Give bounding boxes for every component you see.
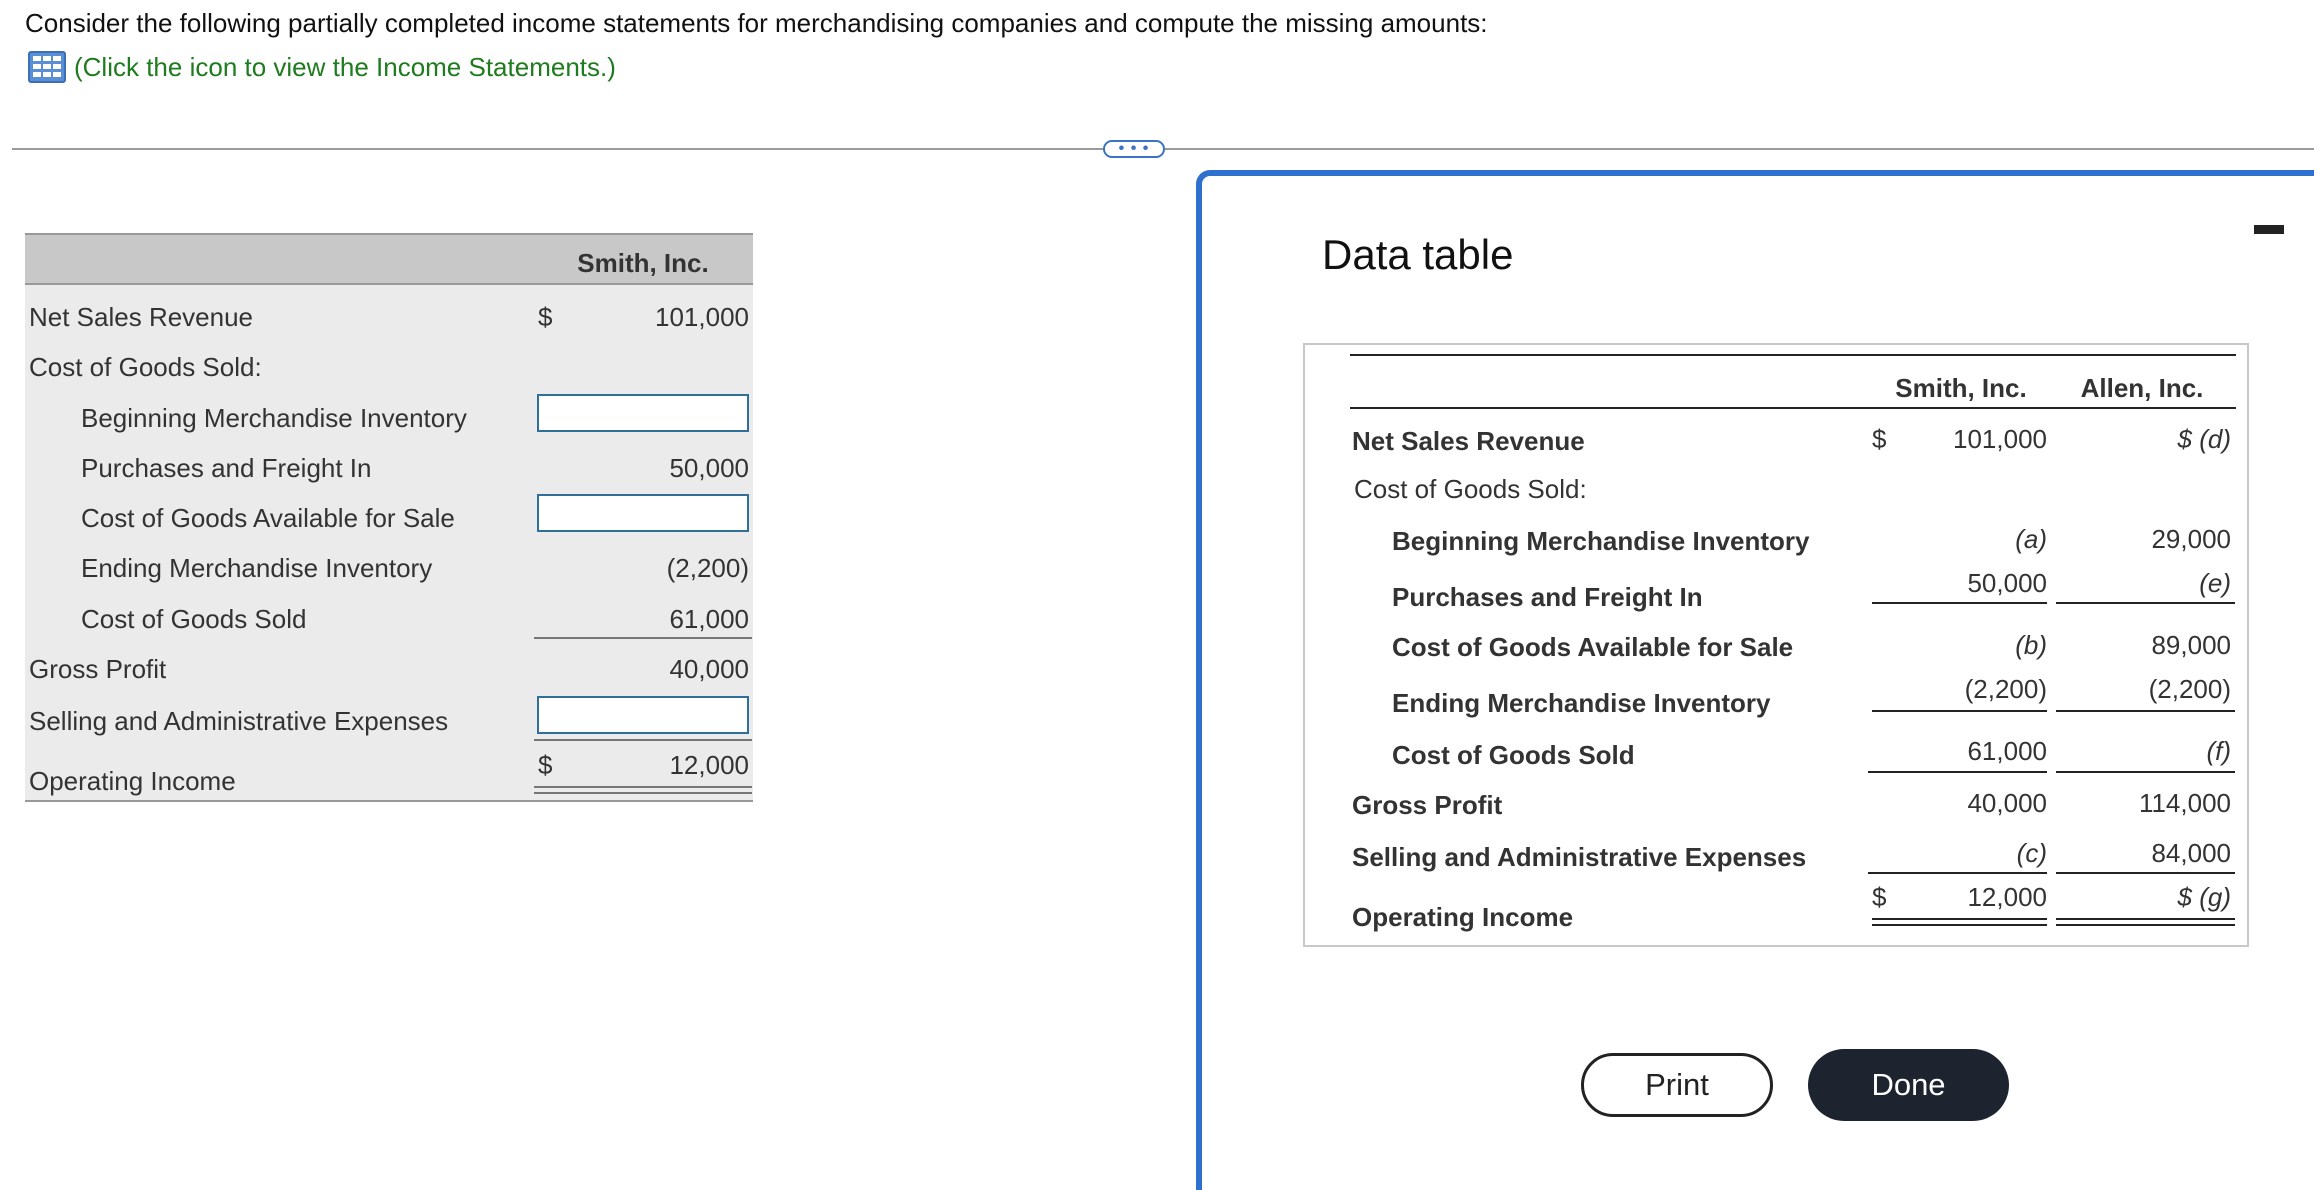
modal-title: Data table [1322, 231, 1514, 278]
dt-operating-income-dollar: $ [1872, 882, 1887, 912]
minimize-button[interactable] [2254, 225, 2284, 234]
dt-cogs-heading: Cost of Goods Sold: [1354, 474, 1587, 504]
ws-ending-inventory-label: Ending Merchandise Inventory [81, 553, 433, 583]
ws-total-double-underline-top [534, 786, 752, 788]
dt-ending-underline-smith [1872, 710, 2047, 712]
ws-gross-profit-label: Gross Profit [29, 654, 167, 684]
dt-net-sales-label: Net Sales Revenue [1352, 426, 1585, 456]
question-prompt: Consider the following partially complet… [25, 8, 1488, 38]
dt-cogs-allen: (f) [2206, 736, 2231, 766]
ws-operating-income-label: Operating Income [29, 766, 236, 796]
dt-top-rule [1350, 354, 2236, 356]
dt-cogs-smith: 61,000 [1967, 736, 2047, 766]
dt-net-sales-smith: 101,000 [1953, 424, 2047, 454]
dt-col-smith: Smith, Inc. [1895, 373, 2027, 403]
dt-sga-label: Selling and Administrative Expenses [1352, 842, 1807, 872]
ws-cogs-underline [534, 637, 752, 639]
ws-cogs-value: 61,000 [669, 604, 749, 634]
dt-net-sales-dollar: $ [1872, 424, 1887, 454]
dt-operating-income-label: Operating Income [1352, 902, 1574, 932]
expand-button[interactable]: • • • [1103, 140, 1165, 158]
dt-gross-profit-label: Gross Profit [1352, 790, 1503, 820]
ws-available-label: Cost of Goods Available for Sale [81, 503, 455, 533]
worksheet-column-header: Smith, Inc. [577, 248, 709, 278]
dt-total-double-underline-smith-2 [1872, 924, 2047, 926]
ws-net-sales-label: Net Sales Revenue [29, 302, 254, 332]
dt-cogs-underline-smith [1868, 771, 2047, 773]
dt-cogs-label: Cost of Goods Sold [1392, 740, 1635, 770]
done-button[interactable]: Done [1808, 1049, 2009, 1121]
dt-ending-inventory-smith: (2,200) [1964, 674, 2047, 704]
dt-net-sales-allen: $ (d) [2177, 424, 2231, 454]
ws-operating-income-value: 12,000 [669, 750, 749, 780]
dt-total-double-underline-smith-1 [1872, 918, 2047, 920]
dt-total-double-underline-allen-2 [2056, 924, 2235, 926]
view-income-statements-link-text[interactable]: (Click the icon to view the Income State… [74, 52, 616, 83]
dt-beginning-inventory-allen: 29,000 [2151, 524, 2231, 554]
dt-col-allen: Allen, Inc. [2080, 373, 2204, 403]
dt-purchases-underline-smith [1872, 602, 2047, 604]
dt-operating-income-smith: 12,000 [1967, 882, 2047, 912]
dt-gross-profit-allen: 114,000 [2138, 788, 2231, 818]
dt-available-label: Cost of Goods Available for Sale [1392, 632, 1794, 662]
dt-available-allen: 89,000 [2151, 630, 2231, 660]
ws-gross-profit-value: 40,000 [669, 654, 749, 684]
dt-sga-underline-smith [1868, 872, 2047, 874]
ws-cogs-label: Cost of Goods Sold [81, 604, 307, 634]
ws-sga-label: Selling and Administrative Expenses [29, 706, 449, 736]
ws-total-double-underline-bottom [534, 792, 752, 794]
dt-available-smith: (b) [2015, 630, 2047, 660]
dt-sga-smith: (c) [2016, 838, 2047, 868]
dt-ending-inventory-label: Ending Merchandise Inventory [1392, 688, 1771, 718]
dt-operating-income-allen: $ (g) [2177, 882, 2231, 912]
ws-cogs-heading: Cost of Goods Sold: [29, 352, 262, 382]
dt-total-double-underline-allen-1 [2056, 918, 2235, 920]
dt-cogs-underline-allen [2056, 771, 2235, 773]
ws-beginning-inventory-label: Beginning Merchandise Inventory [81, 403, 467, 433]
print-button[interactable]: Print [1581, 1053, 1773, 1117]
ws-purchases-label: Purchases and Freight In [81, 453, 372, 483]
table-grid-icon[interactable] [28, 51, 66, 83]
ws-sga-underline [534, 739, 752, 741]
selling-admin-expenses-input[interactable] [537, 696, 749, 734]
dt-header-rule [1350, 407, 2236, 409]
ws-purchases-value: 50,000 [669, 453, 749, 483]
dt-sga-allen: 84,000 [2151, 838, 2231, 868]
dt-beginning-inventory-smith: (a) [2015, 524, 2047, 554]
ws-net-sales-value: 101,000 [655, 302, 749, 332]
dt-purchases-label: Purchases and Freight In [1392, 582, 1703, 612]
dt-purchases-allen: (e) [2199, 568, 2231, 598]
dt-gross-profit-smith: 40,000 [1967, 788, 2047, 818]
view-income-statements-link[interactable]: (Click the icon to view the Income State… [28, 49, 616, 85]
beginning-inventory-input[interactable] [537, 394, 749, 432]
dt-beginning-inventory-label: Beginning Merchandise Inventory [1392, 526, 1810, 556]
goods-available-input[interactable] [537, 494, 749, 532]
dt-sga-underline-allen [2056, 872, 2235, 874]
ws-ending-inventory-value: (2,200) [666, 553, 749, 583]
worksheet-bottom-border [25, 800, 753, 802]
dt-ending-inventory-allen: (2,200) [2148, 674, 2231, 704]
dt-ending-underline-allen [2056, 710, 2235, 712]
dt-purchases-smith: 50,000 [1967, 568, 2047, 598]
dt-purchases-underline-allen [2056, 602, 2235, 604]
